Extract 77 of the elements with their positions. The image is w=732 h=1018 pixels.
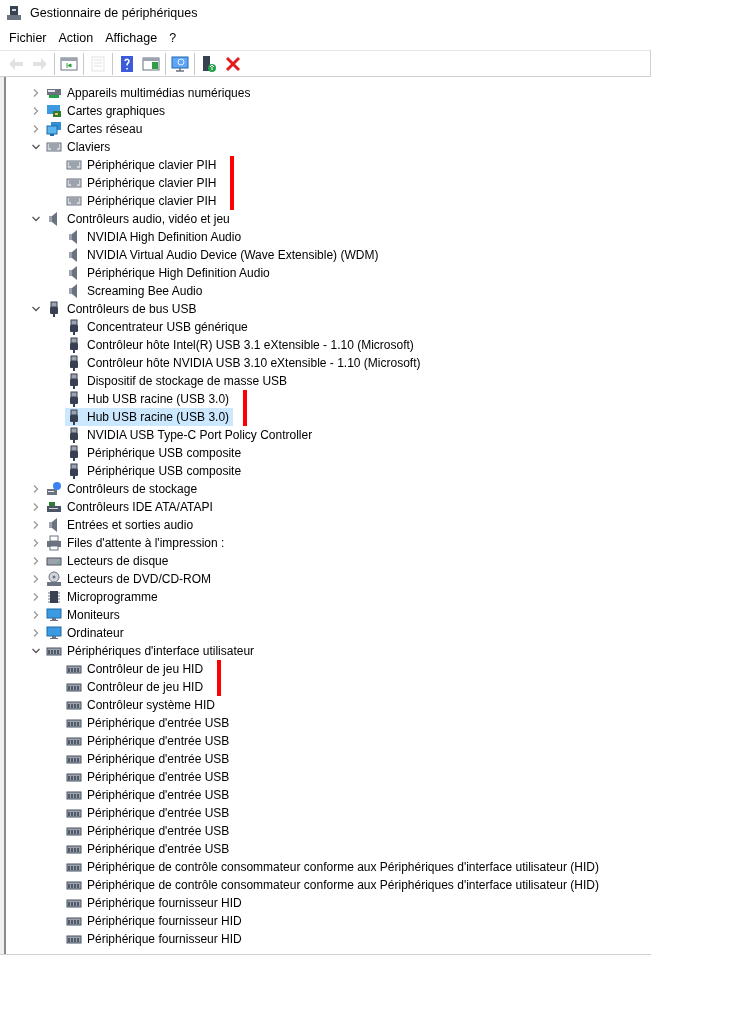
tree-item[interactable]: Périphérique fournisseur HID [65, 930, 246, 948]
tree-item[interactable]: Contrôleur de jeu HID [65, 660, 208, 678]
tree-item[interactable]: Cartes graphiques [67, 102, 166, 120]
tree-item[interactable]: Périphérique d'entrée USB [65, 714, 234, 732]
menu-item[interactable]: Action [52, 26, 100, 50]
tree-item[interactable]: Screaming Bee Audio [65, 282, 207, 300]
tree-item[interactable]: Contrôleur hôte NVIDIA USB 3.10 eXtensible - 1.10 (Microsoft) [65, 354, 425, 372]
printer-icon [46, 535, 62, 551]
device-manager-icon [6, 5, 22, 21]
tree-item[interactable]: Périphérique d'entrée USB [65, 732, 234, 750]
tree-item[interactable]: Périphérique d'entrée USB [65, 786, 234, 804]
network-icon [46, 121, 62, 137]
tree-item[interactable]: Périphérique de contrôle consommateur conforme aux Périphériques d'interface utilisateur (HID) [65, 858, 603, 876]
tree-item[interactable]: Concentrateur USB générique [65, 318, 252, 336]
window-title: Gestionnaire de périphériques [30, 4, 198, 22]
tree-item[interactable]: Files d'attente à l'impression : [67, 534, 225, 552]
monitor-icon[interactable] [171, 54, 189, 73]
tree-item[interactable]: Lecteurs de disque [67, 552, 169, 570]
tree-item[interactable]: Périphérique clavier PIH [65, 192, 221, 210]
help-icon[interactable] [118, 54, 136, 73]
tree-item[interactable]: Entrées et sorties audio [67, 516, 194, 534]
keyboard-icon [66, 175, 82, 191]
chevron-down-icon[interactable] [31, 646, 41, 656]
ide-controller-icon [46, 499, 62, 515]
tree-item[interactable]: Périphérique d'entrée USB [65, 750, 234, 768]
chevron-down-icon[interactable] [31, 304, 41, 314]
keyboard-icon [46, 139, 62, 155]
tree-item[interactable]: Claviers [67, 138, 111, 156]
tree-item[interactable]: NVIDIA High Definition Audio [65, 228, 246, 246]
keyboard-icon [66, 157, 82, 173]
tree-item[interactable]: Hub USB racine (USB 3.0) [65, 390, 234, 408]
monitor-icon [46, 625, 62, 641]
tree-item[interactable]: Périphérique de contrôle consommateur conforme aux Périphériques d'interface utilisateur (HID) [65, 876, 603, 894]
tree-item[interactable]: Périphérique High Definition Audio [65, 264, 274, 282]
tree-item[interactable]: Appareils multimédias numériques [67, 84, 251, 102]
tree-item[interactable]: Contrôleur hôte Intel(R) USB 3.1 eXtensible - 1.10 (Microsoft) [65, 336, 418, 354]
tree-item[interactable]: Moniteurs [67, 606, 120, 624]
close-icon[interactable] [224, 54, 242, 73]
tree-item[interactable]: Ordinateur [67, 624, 124, 642]
tree-item[interactable]: NVIDIA USB Type-C Port Policy Controller [65, 426, 317, 444]
tree-item[interactable]: Périphérique fournisseur HID [65, 894, 246, 912]
tree-item[interactable]: Périphériques d'interface utilisateur [67, 642, 255, 660]
menu-item[interactable]: Affichage [99, 26, 164, 50]
tree-item[interactable]: Cartes réseau [67, 120, 143, 138]
tree-item[interactable]: NVIDIA Virtual Audio Device (Wave Extensible) (WDM) [65, 246, 383, 264]
window-pane-icon[interactable] [60, 54, 78, 73]
computer-arrow-icon[interactable] [200, 54, 218, 73]
tree-item[interactable]: Microprogramme [67, 588, 158, 606]
tree-item[interactable]: Contrôleurs IDE ATA/ATAPI [67, 498, 213, 516]
tree-item[interactable]: Contrôleurs de stockage [67, 480, 198, 498]
tree-item[interactable]: Dispositif de stockage de masse USB [65, 372, 292, 390]
window-pane-icon[interactable] [142, 54, 160, 73]
tree-item[interactable]: Périphérique clavier PIH [65, 156, 221, 174]
tree-item[interactable]: Périphérique d'entrée USB [65, 768, 234, 786]
disc-drive-icon [46, 571, 62, 587]
tree-item[interactable]: Lecteurs de DVD/CD-ROM [67, 570, 212, 588]
tree-item[interactable]: Périphérique fournisseur HID [65, 912, 246, 930]
chevron-down-icon[interactable] [31, 142, 41, 152]
storage-controller-icon [46, 481, 62, 497]
menu-item[interactable]: Fichier [3, 26, 53, 50]
tree-item[interactable]: Périphérique d'entrée USB [65, 804, 234, 822]
tree-item[interactable]: Périphérique d'entrée USB [65, 840, 234, 858]
tree-item[interactable]: Hub USB racine (USB 3.0) [65, 408, 234, 426]
menu-item[interactable]: ? [163, 26, 183, 50]
tree-item[interactable]: Périphérique clavier PIH [65, 174, 221, 192]
tree-item[interactable]: Contrôleur de jeu HID [65, 678, 208, 696]
tree-item[interactable]: Périphérique d'entrée USB [65, 822, 234, 840]
tree-item[interactable]: Périphérique USB composite [65, 444, 246, 462]
chip-icon [46, 589, 62, 605]
monitor-icon [46, 607, 62, 623]
display-card-icon [46, 103, 62, 119]
tree-item[interactable]: Contrôleur système HID [65, 696, 220, 714]
tree-item[interactable]: Périphérique USB composite [65, 462, 246, 480]
tree-item[interactable]: Contrôleurs audio, vidéo et jeu [67, 210, 230, 228]
chevron-down-icon[interactable] [31, 214, 41, 224]
keyboard-icon [66, 193, 82, 209]
tree-item[interactable]: Contrôleurs de bus USB [67, 300, 197, 318]
